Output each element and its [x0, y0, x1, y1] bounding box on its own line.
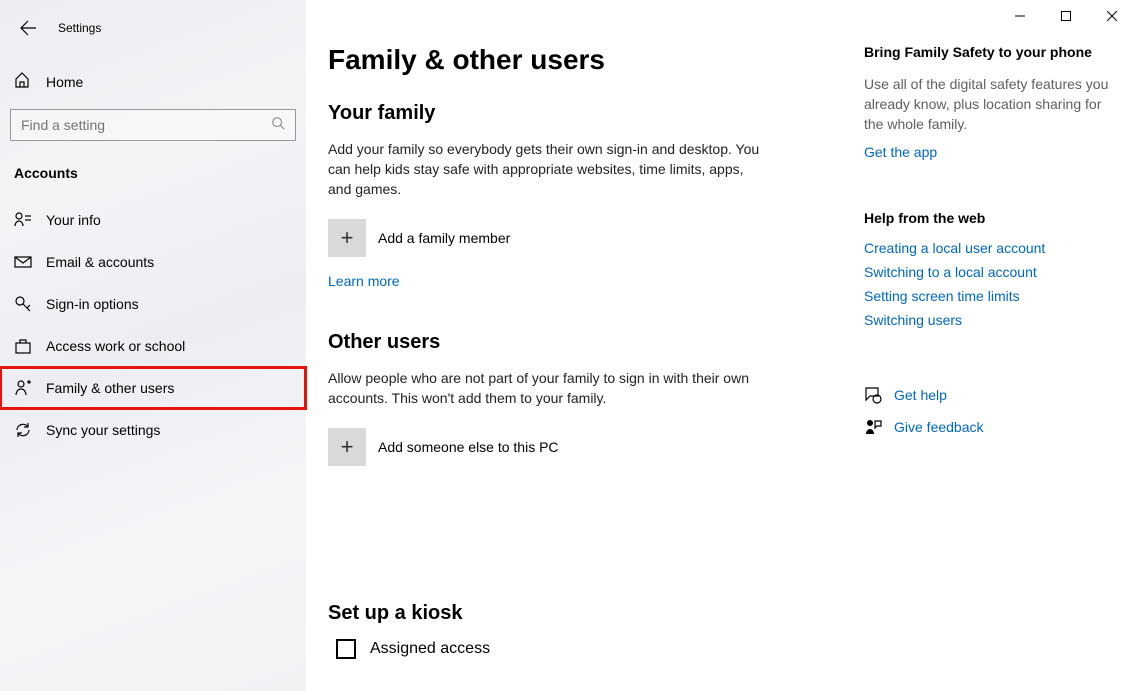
back-button[interactable]: [12, 12, 44, 44]
your-family-desc: Add your family so everybody gets their …: [328, 139, 768, 199]
your-family-heading: Your family: [328, 102, 820, 125]
help-from-web-heading: Help from the web: [864, 210, 1114, 226]
assigned-access-row[interactable]: Assigned access: [328, 639, 820, 659]
help-link-switch-local[interactable]: Switching to a local account: [864, 264, 1114, 280]
sidebar-item-email-accounts[interactable]: Email & accounts: [0, 241, 306, 283]
sidebar-item-label: Sync your settings: [46, 422, 160, 438]
other-users-heading: Other users: [328, 331, 820, 354]
get-help-link[interactable]: Get help: [894, 387, 947, 403]
person-lines-icon: [14, 211, 32, 229]
family-safety-desc: Use all of the digital safety features y…: [864, 74, 1114, 134]
sidebar: Settings Home Accounts Your info Email &…: [0, 0, 306, 691]
sidebar-item-label: Email & accounts: [46, 254, 154, 270]
mail-icon: [14, 253, 32, 271]
sidebar-item-sign-in-options[interactable]: Sign-in options: [0, 283, 306, 325]
sidebar-category: Accounts: [0, 155, 306, 199]
assigned-access-label: Assigned access: [370, 640, 490, 658]
page-title: Family & other users: [328, 44, 820, 76]
feedback-row[interactable]: Give feedback: [864, 418, 1114, 436]
person-plus-icon: [14, 379, 32, 397]
give-feedback-link[interactable]: Give feedback: [894, 419, 984, 435]
add-other-user-button[interactable]: + Add someone else to this PC: [328, 428, 820, 466]
home-label: Home: [46, 74, 83, 90]
help-link-local-user[interactable]: Creating a local user account: [864, 240, 1114, 256]
plus-icon: +: [328, 219, 366, 257]
add-family-member-button[interactable]: + Add a family member: [328, 219, 820, 257]
sidebar-item-label: Access work or school: [46, 338, 185, 354]
checkbox-icon: [336, 639, 356, 659]
sidebar-item-label: Your info: [46, 212, 101, 228]
briefcase-icon: [14, 337, 32, 355]
search-icon: [271, 116, 285, 135]
kiosk-heading: Set up a kiosk: [328, 602, 820, 625]
right-panel: Bring Family Safety to your phone Use al…: [864, 44, 1114, 691]
get-the-app-link[interactable]: Get the app: [864, 144, 937, 160]
sidebar-item-label: Family & other users: [46, 380, 174, 396]
learn-more-link[interactable]: Learn more: [328, 273, 400, 289]
sidebar-home[interactable]: Home: [0, 64, 306, 99]
sidebar-item-your-info[interactable]: Your info: [0, 199, 306, 241]
other-users-desc: Allow people who are not part of your fa…: [328, 368, 768, 408]
get-help-row[interactable]: Get help: [864, 386, 1114, 404]
search-box[interactable]: [10, 109, 296, 141]
titlebar: Settings: [0, 8, 306, 56]
chat-icon: [864, 386, 882, 404]
add-family-member-label: Add a family member: [378, 230, 510, 246]
sidebar-item-family-other-users[interactable]: Family & other users: [0, 367, 306, 409]
window-title: Settings: [58, 21, 101, 35]
home-icon: [14, 72, 46, 91]
search-input[interactable]: [21, 117, 271, 133]
plus-icon: +: [328, 428, 366, 466]
sidebar-item-sync-settings[interactable]: Sync your settings: [0, 409, 306, 451]
help-link-switch-users[interactable]: Switching users: [864, 312, 1114, 328]
add-other-user-label: Add someone else to this PC: [378, 439, 559, 455]
sidebar-nav: Your info Email & accounts Sign-in optio…: [0, 199, 306, 451]
help-link-screen-time[interactable]: Setting screen time limits: [864, 288, 1114, 304]
sync-icon: [14, 421, 32, 439]
sidebar-item-access-work-school[interactable]: Access work or school: [0, 325, 306, 367]
sidebar-item-label: Sign-in options: [46, 296, 139, 312]
family-safety-heading: Bring Family Safety to your phone: [864, 44, 1114, 60]
main-content: Family & other users Your family Add you…: [306, 0, 1135, 691]
feedback-icon: [864, 418, 882, 436]
key-icon: [14, 295, 32, 313]
